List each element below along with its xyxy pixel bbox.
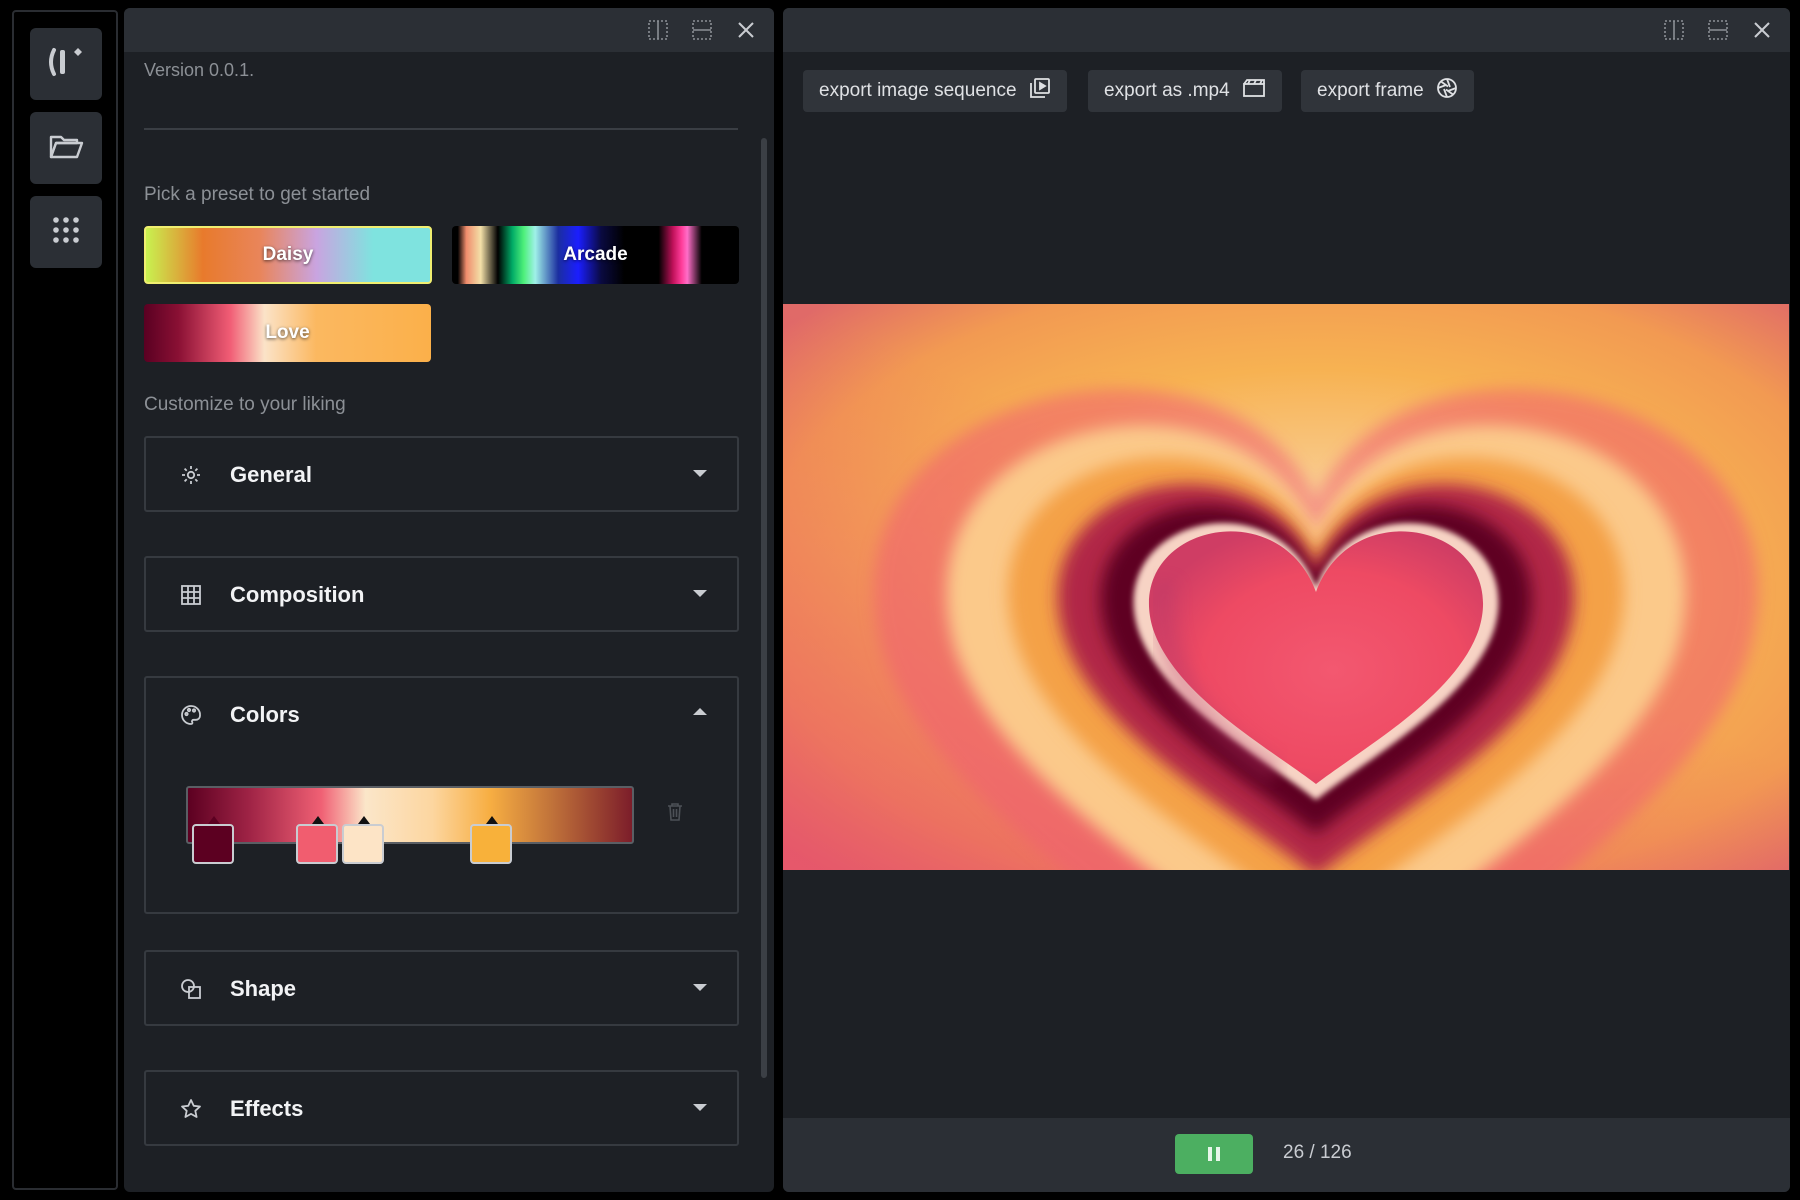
open-folder-button[interactable] (30, 112, 102, 184)
apps-grid-button[interactable] (30, 196, 102, 268)
preset-love[interactable]: Love (144, 304, 431, 362)
close-icon[interactable] (1752, 20, 1772, 40)
gradient-stop[interactable] (342, 816, 384, 864)
chevron-down-icon (693, 470, 707, 477)
version-label: Version 0.0.1. (144, 60, 255, 80)
section-title: General (230, 462, 312, 487)
gradient-stop[interactable] (296, 816, 338, 864)
section-colors: Colors (144, 676, 739, 914)
preview-panel-header (783, 8, 1790, 52)
export-label: export image sequence (819, 80, 1017, 101)
split-vertical-icon[interactable] (1664, 20, 1684, 40)
pause-icon (1216, 1147, 1220, 1161)
image-sequence-icon (1029, 77, 1051, 105)
star-icon (180, 1098, 202, 1120)
chevron-up-icon (693, 708, 707, 715)
frame-counter: 26 / 126 (1283, 1142, 1352, 1163)
preview-canvas[interactable] (783, 304, 1789, 870)
section-effects[interactable]: Effects (144, 1070, 739, 1146)
chevron-down-icon (693, 984, 707, 991)
heart-artwork (783, 304, 1789, 870)
divider (144, 128, 738, 130)
chevron-down-icon (693, 1104, 707, 1111)
grid-icon (180, 584, 202, 606)
preset-daisy[interactable]: Daisy (144, 226, 432, 284)
shapes-icon (180, 978, 202, 1000)
grid-icon (52, 216, 80, 249)
chevron-down-icon (693, 590, 707, 597)
logo-button[interactable] (30, 28, 102, 100)
gradient-stop[interactable] (470, 816, 512, 864)
close-icon[interactable] (736, 20, 756, 40)
section-title: Effects (230, 1096, 304, 1121)
pause-button[interactable] (1175, 1134, 1253, 1174)
logo-icon (44, 44, 88, 85)
split-horizontal-icon[interactable] (692, 20, 712, 40)
preset-arcade[interactable]: Arcade (452, 226, 739, 284)
aperture-icon (1436, 77, 1458, 105)
preview-panel: export image sequence export as .mp4 exp… (783, 8, 1790, 1192)
customize-label: Customize to your liking (144, 394, 346, 415)
gear-icon (180, 464, 202, 486)
split-vertical-icon[interactable] (648, 20, 668, 40)
export-frame-button[interactable]: export frame (1301, 70, 1474, 112)
presets-label: Pick a preset to get started (144, 184, 371, 205)
folder-icon (48, 131, 84, 166)
export-label: export frame (1317, 80, 1424, 101)
section-general[interactable]: General (144, 436, 739, 512)
settings-panel: Version 0.0.1. Pick a preset to get star… (124, 8, 774, 1192)
export-mp4-button[interactable]: export as .mp4 (1088, 70, 1282, 112)
section-title: Composition (230, 582, 365, 607)
export-label: export as .mp4 (1104, 80, 1230, 101)
trash-icon[interactable] (666, 802, 684, 822)
settings-panel-header (124, 8, 774, 52)
section-shape[interactable]: Shape (144, 950, 739, 1026)
gradient-stop[interactable] (192, 816, 234, 864)
app-rail (12, 10, 118, 1190)
split-horizontal-icon[interactable] (1708, 20, 1728, 40)
pause-icon (1208, 1147, 1212, 1161)
section-title: Colors (230, 702, 300, 727)
gradient-editor-bar[interactable] (186, 786, 634, 844)
section-title: Shape (230, 976, 297, 1001)
film-icon (1242, 78, 1266, 104)
playback-bar: 26 / 126 (783, 1118, 1790, 1192)
section-colors-header[interactable]: Colors (146, 678, 737, 750)
section-composition[interactable]: Composition (144, 556, 739, 632)
scrollbar[interactable] (761, 138, 767, 1078)
export-image-sequence-button[interactable]: export image sequence (803, 70, 1067, 112)
palette-icon (180, 704, 202, 726)
